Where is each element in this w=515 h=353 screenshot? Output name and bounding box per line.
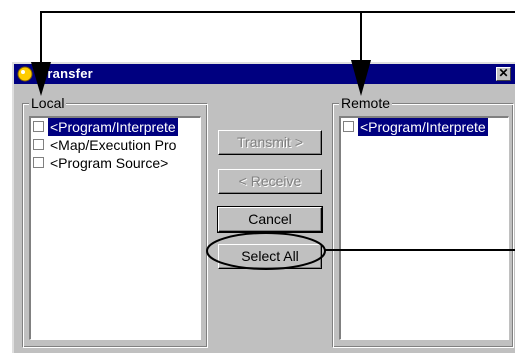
close-button[interactable]: ✕: [496, 67, 511, 81]
cancel-label: Cancel: [248, 211, 292, 227]
local-item-checkbox[interactable]: [33, 157, 44, 168]
list-item-label: <Program/Interprete: [358, 118, 488, 136]
remote-group-label: Remote: [339, 95, 393, 111]
remote-item-checkbox[interactable]: [343, 121, 354, 132]
remote-group: Remote <Program/Interprete: [332, 95, 514, 348]
local-item-checkbox[interactable]: [33, 139, 44, 150]
list-item-label: <Program Source>: [50, 155, 169, 171]
local-item-program-interpreter[interactable]: <Program/Interprete: [31, 118, 200, 136]
cancel-button[interactable]: Cancel: [217, 206, 323, 233]
select-all-button[interactable]: Select All: [218, 244, 322, 269]
receive-button[interactable]: < Receive: [218, 169, 322, 194]
local-item-map-execution[interactable]: <Map/Execution Pro: [31, 136, 200, 154]
local-group-label: Local: [29, 95, 67, 111]
remote-item-program-interpreter[interactable]: <Program/Interprete: [341, 118, 508, 136]
local-item-checkbox[interactable]: [33, 121, 44, 132]
local-list[interactable]: <Program/Interprete <Map/Execution Pro <…: [29, 116, 201, 340]
list-item-label: <Map/Execution Pro: [50, 137, 177, 153]
transmit-button[interactable]: Transmit >: [218, 130, 322, 155]
transfer-dialog: Transfer ✕ Local <Program/Interprete <Ma…: [12, 62, 515, 353]
transfer-app-icon: [17, 66, 33, 82]
close-icon: ✕: [498, 66, 509, 80]
remote-list[interactable]: <Program/Interprete: [339, 116, 509, 340]
local-item-program-source[interactable]: <Program Source>: [31, 154, 200, 172]
title-bar[interactable]: Transfer ✕: [14, 64, 515, 84]
select-all-label: Select All: [241, 248, 299, 264]
local-group: Local <Program/Interprete <Map/Execution…: [22, 95, 208, 348]
list-item-label: <Program/Interprete: [48, 118, 178, 136]
window-title: Transfer: [40, 66, 93, 81]
